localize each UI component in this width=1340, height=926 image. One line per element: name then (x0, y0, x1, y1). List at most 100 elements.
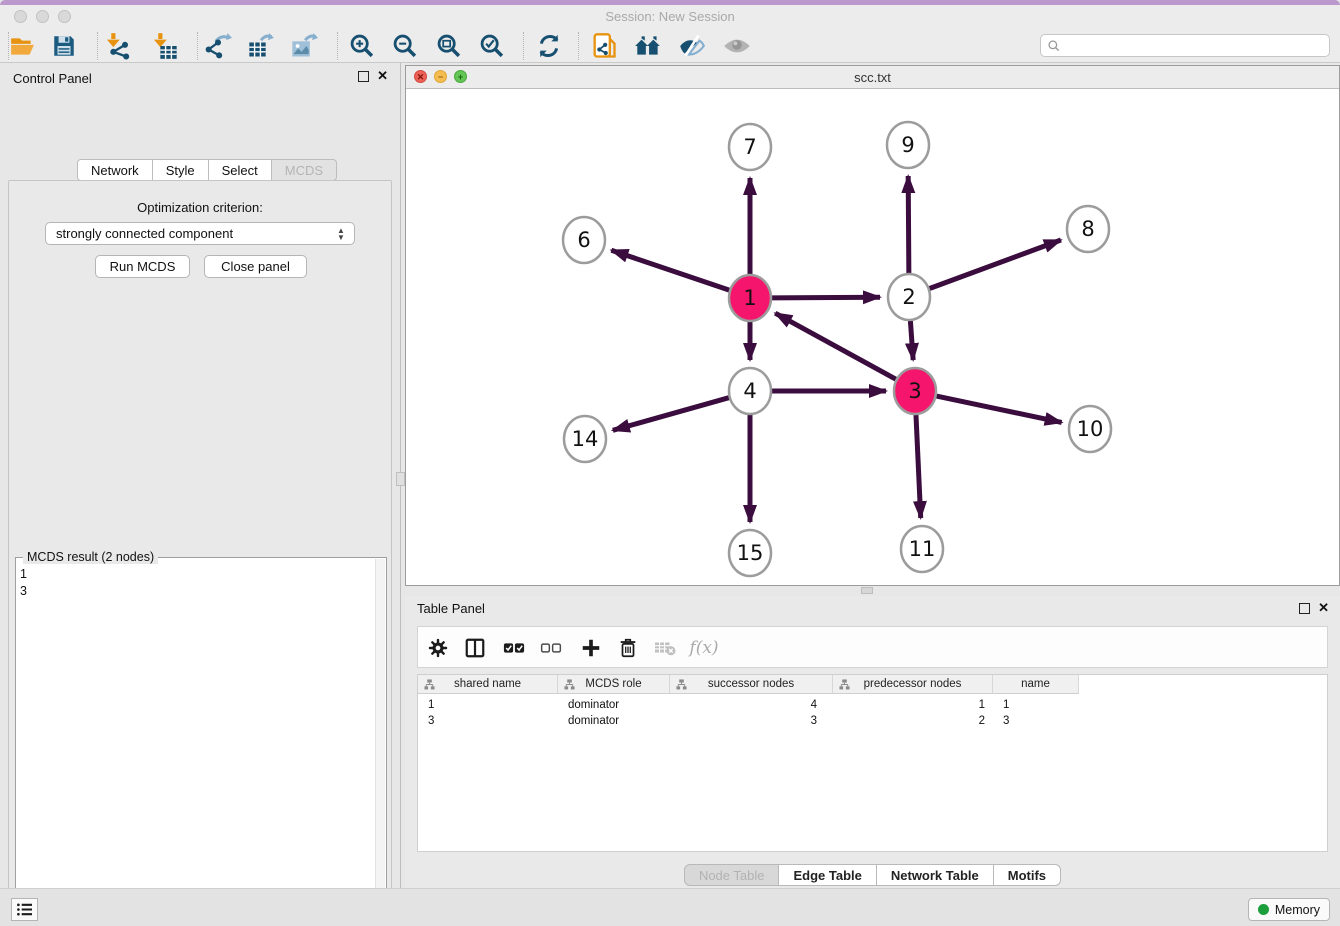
node-table[interactable]: shared name MCDS role successor nodes pr… (417, 674, 1328, 852)
list-icon (16, 902, 33, 917)
graph-node-label: 8 (1081, 217, 1094, 241)
close-table-panel-icon[interactable]: ✕ (1318, 600, 1329, 616)
horizontal-split-handle[interactable] (861, 587, 873, 594)
home-icon[interactable] (633, 31, 663, 61)
graph-node-label: 15 (737, 541, 764, 565)
zoom-selected-icon[interactable] (477, 31, 507, 61)
export-table-icon[interactable] (246, 31, 276, 61)
delete-table-icon (651, 635, 679, 661)
graph-node-7[interactable]: 7 (729, 124, 771, 170)
graph-edge-2-3[interactable] (910, 321, 913, 360)
run-mcds-button[interactable]: Run MCDS (95, 255, 190, 278)
add-column-icon[interactable] (577, 635, 605, 661)
tab-motifs[interactable]: Motifs (993, 864, 1061, 886)
export-image-icon[interactable] (289, 31, 319, 61)
graph-node-1[interactable]: 1 (729, 275, 771, 321)
graph-edge-1-6[interactable] (611, 250, 729, 290)
search-input[interactable] (1061, 39, 1329, 53)
graph-edge-1-2[interactable] (772, 297, 880, 298)
tab-network-table[interactable]: Network Table (876, 864, 993, 886)
float-panel-icon[interactable] (358, 71, 369, 82)
graph-node-4[interactable]: 4 (729, 368, 771, 414)
graph-edge-3-11[interactable] (916, 415, 921, 518)
refresh-icon[interactable] (534, 31, 564, 61)
tab-mcds[interactable]: MCDS (271, 159, 337, 181)
graph-edge-2-8[interactable] (930, 240, 1061, 288)
graph-node-label: 6 (577, 228, 590, 252)
optimization-criterion-select[interactable]: strongly connected component ▲▼ (45, 222, 355, 245)
cell-shared-name[interactable]: 3 (418, 713, 558, 729)
column-header-shared-name[interactable]: shared name (418, 675, 558, 694)
cell-mcds-role[interactable]: dominator (558, 697, 670, 713)
graph-edge-2-9[interactable] (908, 176, 909, 273)
column-header-predecessor-nodes[interactable]: predecessor nodes (833, 675, 993, 694)
select-stepper-icon: ▲▼ (335, 226, 347, 242)
graph-edge-3-10[interactable] (936, 396, 1061, 422)
close-panel-icon[interactable]: ✕ (377, 68, 388, 84)
tab-style[interactable]: Style (152, 159, 208, 181)
cell-name[interactable]: 3 (993, 713, 1079, 729)
export-network-icon[interactable] (203, 31, 233, 61)
table-scrollbar[interactable] (417, 852, 1328, 860)
clone-network-icon[interactable] (589, 31, 619, 61)
toolbar-separator (523, 32, 524, 60)
column-header-name[interactable]: name (993, 675, 1079, 694)
network-canvas[interactable]: 7 9 6 8 1 2 4 3 14 10 15 11 (406, 89, 1339, 585)
tab-network[interactable]: Network (77, 159, 152, 181)
delete-column-icon[interactable] (614, 635, 642, 661)
tab-select[interactable]: Select (208, 159, 271, 181)
float-table-panel-icon[interactable] (1299, 603, 1310, 614)
optimization-criterion-label: Optimization criterion: (9, 200, 391, 215)
graph-node-label: 7 (743, 135, 756, 159)
graph-node-10[interactable]: 10 (1069, 406, 1111, 452)
graph-node-15[interactable]: 15 (729, 530, 771, 576)
cell-successor-nodes[interactable]: 3 (670, 713, 833, 729)
graph-edge-4-14[interactable] (613, 398, 729, 431)
search-field[interactable] (1040, 34, 1330, 57)
graph-node-3[interactable]: 3 (894, 368, 936, 414)
close-panel-button[interactable]: Close panel (204, 255, 307, 278)
cell-name[interactable]: 1 (993, 697, 1079, 713)
function-builder-icon: f(x) (690, 635, 718, 661)
graph-node-8[interactable]: 8 (1067, 206, 1109, 252)
mcds-result-list[interactable]: 1 3 (20, 566, 27, 600)
cell-predecessor-nodes[interactable]: 1 (833, 697, 993, 713)
task-history-button[interactable] (11, 898, 38, 921)
graph-node-11[interactable]: 11 (901, 526, 943, 572)
vertical-split-handle[interactable] (396, 472, 405, 486)
import-network-icon[interactable] (103, 31, 133, 61)
network-window-titlebar[interactable]: ✕ − + scc.txt (406, 66, 1339, 89)
column-header-mcds-role[interactable]: MCDS role (558, 675, 670, 694)
gear-icon[interactable] (424, 635, 452, 661)
graphics-details-icon[interactable] (677, 31, 707, 61)
main-titlebar: Session: New Session (0, 5, 1340, 29)
cell-successor-nodes[interactable]: 4 (670, 697, 833, 713)
columns-icon[interactable] (461, 635, 489, 661)
table-row[interactable]: 3 dominator 3 2 3 (418, 713, 1079, 729)
cell-shared-name[interactable]: 1 (418, 697, 558, 713)
zoom-fit-icon[interactable] (434, 31, 464, 61)
save-session-icon[interactable] (49, 31, 79, 61)
control-panel: Control Panel ✕ Network Style Select MCD… (0, 63, 401, 888)
memory-status-icon (1258, 904, 1269, 915)
zoom-out-icon[interactable] (390, 31, 420, 61)
table-row[interactable]: 1 dominator 4 1 1 (418, 697, 1079, 713)
result-scrollbar[interactable] (375, 559, 385, 926)
graph-node-2[interactable]: 2 (888, 274, 930, 320)
memory-button[interactable]: Memory (1248, 898, 1330, 921)
column-header-successor-nodes[interactable]: successor nodes (670, 675, 833, 694)
open-file-icon[interactable] (7, 31, 37, 61)
tab-edge-table[interactable]: Edge Table (778, 864, 875, 886)
cell-predecessor-nodes[interactable]: 2 (833, 713, 993, 729)
column-type-icon (424, 679, 435, 690)
graph-node-6[interactable]: 6 (563, 217, 605, 263)
zoom-in-icon[interactable] (347, 31, 377, 61)
cell-mcds-role[interactable]: dominator (558, 713, 670, 729)
graph-edge-3-1[interactable] (775, 313, 896, 379)
select-all-icon[interactable] (500, 635, 528, 661)
deselect-all-icon[interactable] (537, 635, 565, 661)
graph-node-14[interactable]: 14 (564, 416, 606, 462)
tab-node-table[interactable]: Node Table (684, 864, 779, 886)
graph-node-9[interactable]: 9 (887, 122, 929, 168)
import-table-icon[interactable] (150, 31, 180, 61)
